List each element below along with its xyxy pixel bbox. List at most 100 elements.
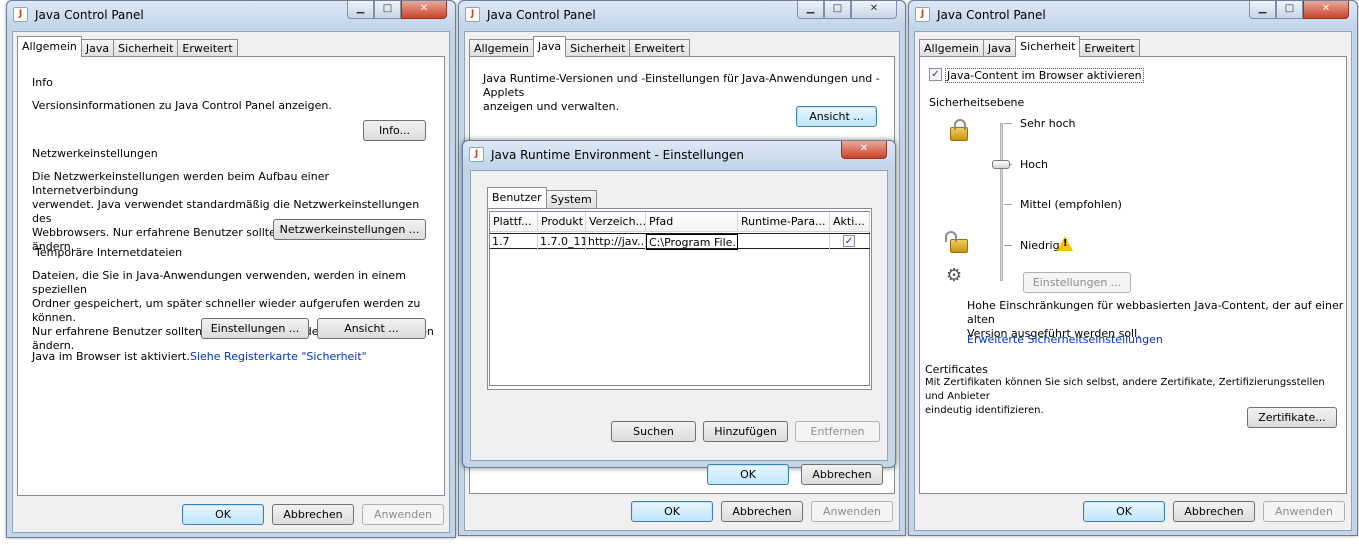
tab-user[interactable]: Benutzer (487, 187, 547, 208)
tab-java[interactable]: Java (982, 39, 1017, 57)
cell-location[interactable]: http://jav... (586, 234, 646, 250)
security-level-slider-track[interactable] (1000, 123, 1003, 281)
jre-table: Plattf... Produkt Verzeich... Pfad Runti… (489, 211, 870, 386)
dialog-cancel-button[interactable]: Abbrechen (801, 464, 883, 485)
close-button[interactable]: ✕ (1303, 1, 1349, 19)
maximize-button[interactable]: □ (1276, 1, 1303, 19)
temp-settings-button[interactable]: Einstellungen ... (201, 318, 309, 339)
add-button[interactable]: Hinzufügen (703, 421, 788, 442)
apply-button: Anwenden (811, 501, 893, 522)
network-settings-button[interactable]: Netzwerkeinstellungen ... (273, 219, 426, 240)
ok-button[interactable]: OK (182, 504, 264, 525)
tab-java[interactable]: Java (80, 39, 115, 57)
security-tab-link[interactable]: Siehe Registerkarte "Sicherheit" (190, 350, 367, 363)
security-level-description-line: Hohe Einschränkungen für webbasierten Ja… (967, 299, 1344, 326)
certificates-text-line: Mit Zertifikaten können Sie sich selbst,… (925, 377, 1325, 402)
temp-files-text: Dateien, die Sie in Java-Anwendungen ver… (32, 269, 442, 353)
tab-advanced[interactable]: Erweitert (1079, 39, 1140, 57)
certificates-heading: Certificates (925, 363, 988, 376)
java-app-icon: J (13, 7, 28, 22)
info-button[interactable]: Info... (363, 120, 426, 141)
ok-button[interactable]: OK (631, 501, 713, 522)
network-heading: Netzwerkeinstellungen (32, 147, 158, 160)
column-header-path[interactable]: Pfad (646, 212, 738, 232)
level-medium: Mittel (empfohlen) (1020, 198, 1122, 211)
temp-files-heading: Temporäre Internetdateien (35, 246, 183, 259)
jre-settings-dialog: J Java Runtime Environment - Einstellung… (462, 140, 896, 485)
title-bar[interactable]: J Java Control Panel ▁ □ ✕ (7, 1, 455, 29)
advanced-security-settings-link[interactable]: Erweiterte Sicherheitseinstellungen (967, 333, 1163, 346)
remove-button: Entfernen (795, 421, 880, 442)
title-bar[interactable]: J Java Control Panel ▁ □ ✕ (909, 1, 1357, 29)
table-row[interactable]: 1.7 1.7.0_11 http://jav... C:\Program Fi… (490, 233, 870, 250)
network-text-line: Die Netzwerkeinstellungen werden beim Au… (32, 170, 329, 197)
dialog-client: Benutzer System Plattf... Produkt Verzei… (470, 170, 888, 485)
cell-runtime-params[interactable] (738, 234, 830, 250)
view-runtimes-button[interactable]: Ansicht ... (796, 106, 877, 127)
column-header-platform[interactable]: Plattf... (490, 212, 538, 232)
slider-tick (1004, 123, 1012, 124)
temp-files-text-line: Dateien, die Sie in Java-Anwendungen ver… (32, 269, 406, 296)
security-tab-panel: ✓ Java-Content im Browser aktivieren Sic… (919, 56, 1347, 494)
column-header-location[interactable]: Verzeich... (586, 212, 646, 232)
level-very-high: Sehr hoch (1020, 117, 1076, 130)
column-header-enabled[interactable]: Akti... (830, 212, 870, 232)
close-button[interactable]: ✕ (401, 1, 447, 19)
window-title: Java Control Panel (487, 8, 596, 22)
cell-platform[interactable]: 1.7 (490, 234, 538, 250)
security-level-slider-thumb[interactable] (992, 160, 1010, 169)
dialog-ok-button[interactable]: OK (707, 464, 789, 485)
close-button[interactable]: ✕ (851, 1, 897, 19)
tab-advanced[interactable]: Erweitert (177, 39, 238, 57)
slider-tick (1004, 204, 1012, 205)
tab-strip: Allgemein Java Sicherheit Erweitert (469, 36, 690, 57)
browser-status-text: Java im Browser ist aktiviert. (32, 350, 190, 363)
minimize-button[interactable]: ▁ (347, 1, 374, 19)
temp-view-button[interactable]: Ansicht ... (317, 318, 426, 339)
ok-button[interactable]: OK (1083, 501, 1165, 522)
cell-path[interactable]: C:\Program File... (646, 234, 738, 250)
tab-advanced[interactable]: Erweitert (629, 39, 690, 57)
java-app-icon: J (465, 7, 480, 22)
tab-strip: Allgemein Java Sicherheit Erweitert (17, 36, 238, 57)
warning-glyph: ! (1063, 238, 1068, 249)
tab-system[interactable]: System (545, 190, 597, 208)
security-level-heading: Sicherheitsebene (929, 96, 1025, 109)
certificates-button[interactable]: Zertifikate... (1247, 407, 1337, 428)
tab-general[interactable]: Allgemein (469, 39, 534, 57)
gear-icon: ⚙ (946, 265, 963, 286)
enabled-checkbox[interactable]: ✓ (843, 235, 855, 247)
maximize-button[interactable]: □ (824, 1, 851, 19)
column-header-product[interactable]: Produkt (538, 212, 586, 232)
tab-java[interactable]: Java (532, 36, 567, 57)
level-high: Hoch (1020, 158, 1049, 171)
tab-security[interactable]: Sicherheit (565, 39, 631, 57)
apply-button: Anwenden (1263, 501, 1345, 522)
maximize-button[interactable]: □ (374, 1, 401, 19)
tab-general[interactable]: Allgemein (17, 36, 82, 57)
cancel-button[interactable]: Abbrechen (1173, 501, 1255, 522)
java-app-icon: J (915, 7, 930, 22)
minimize-button[interactable]: ▁ (797, 1, 824, 19)
enable-java-checkbox[interactable]: ✓ (929, 68, 942, 81)
tab-security[interactable]: Sicherheit (113, 39, 179, 57)
close-button[interactable]: ✕ (841, 141, 887, 159)
java-control-panel-window-general: J Java Control Panel ▁ □ ✕ Allgemein Jav… (6, 0, 456, 538)
column-header-runtime-params[interactable]: Runtime-Para... (738, 212, 830, 232)
search-button[interactable]: Suchen (611, 421, 696, 442)
minimize-button[interactable]: ▁ (1249, 1, 1276, 19)
dialog-title-bar[interactable]: J Java Runtime Environment - Einstellung… (463, 141, 895, 169)
slider-tick (1004, 245, 1012, 246)
enable-java-label[interactable]: Java-Content im Browser aktivieren (945, 68, 1144, 83)
tab-general[interactable]: Allgemein (919, 39, 984, 57)
cancel-button[interactable]: Abbrechen (272, 504, 354, 525)
apply-button: Anwenden (362, 504, 444, 525)
cell-product[interactable]: 1.7.0_11 (538, 234, 586, 250)
window-client: Allgemein Java Sicherheit Erweitert Info… (12, 31, 450, 533)
window-title: Java Control Panel (35, 8, 144, 22)
tab-security[interactable]: Sicherheit (1015, 36, 1081, 57)
user-tab-panel: Plattf... Produkt Verzeich... Pfad Runti… (487, 208, 872, 390)
cancel-button[interactable]: Abbrechen (721, 501, 803, 522)
network-text: Die Netzwerkeinstellungen werden beim Au… (32, 170, 432, 254)
title-bar[interactable]: J Java Control Panel ▁ □ ✕ (459, 1, 905, 29)
